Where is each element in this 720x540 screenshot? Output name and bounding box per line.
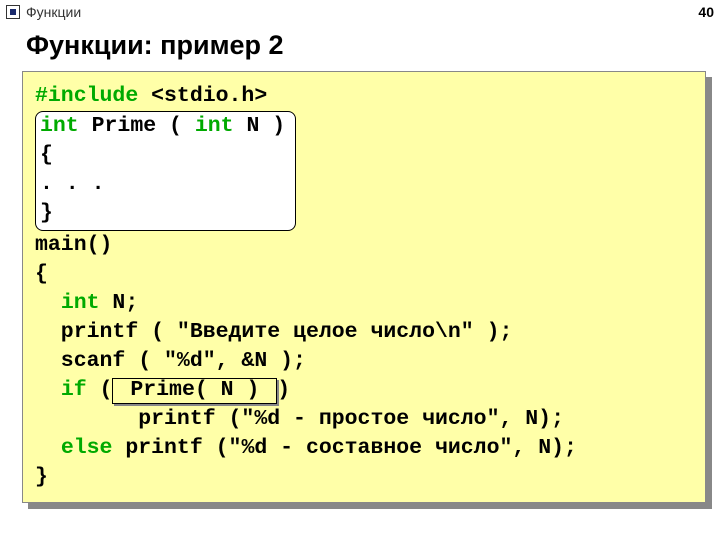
function-def-box: int Prime ( int N ) { . . . } (35, 111, 296, 231)
printf3: printf ("%d - составное число", N); (112, 436, 576, 460)
fn-close: } (40, 201, 53, 225)
main-line: main() (35, 233, 112, 257)
decl-b: N; (100, 291, 139, 315)
page-number: 40 (698, 4, 714, 20)
breadcrumb-row: Функции 40 (0, 0, 720, 22)
brace-open: { (35, 262, 48, 286)
prime-call-highlight: Prime( N ) (112, 378, 277, 404)
kw-int-decl: int (61, 291, 100, 315)
fn-sig-d: N ) (234, 114, 286, 138)
code-block-wrap: #include <stdio.h> int Prime ( int N ) {… (22, 71, 706, 503)
breadcrumb: Функции (26, 4, 81, 20)
page-title: Функции: пример 2 (26, 30, 720, 61)
if-c: ) (277, 378, 290, 402)
printf2: printf ("%d - простое число", N); (35, 407, 564, 431)
fn-open: { (40, 143, 53, 167)
kw-int-ret: int (40, 114, 79, 138)
kw-include: #include (35, 84, 138, 108)
printf1: printf ( "Введите целое число\n" ); (35, 320, 512, 344)
kw-int-param: int (195, 114, 234, 138)
include-file: <stdio.h> (138, 84, 267, 108)
bullet-icon (6, 5, 20, 19)
if-b: ( (87, 378, 113, 402)
code-block: #include <stdio.h> int Prime ( int N ) {… (22, 71, 706, 503)
scanf: scanf ( "%d", &N ); (35, 349, 306, 373)
fn-body: . . . (40, 172, 105, 196)
kw-if: if (61, 378, 87, 402)
kw-else: else (61, 436, 113, 460)
fn-sig-b: Prime ( (79, 114, 195, 138)
brace-close: } (35, 465, 48, 489)
